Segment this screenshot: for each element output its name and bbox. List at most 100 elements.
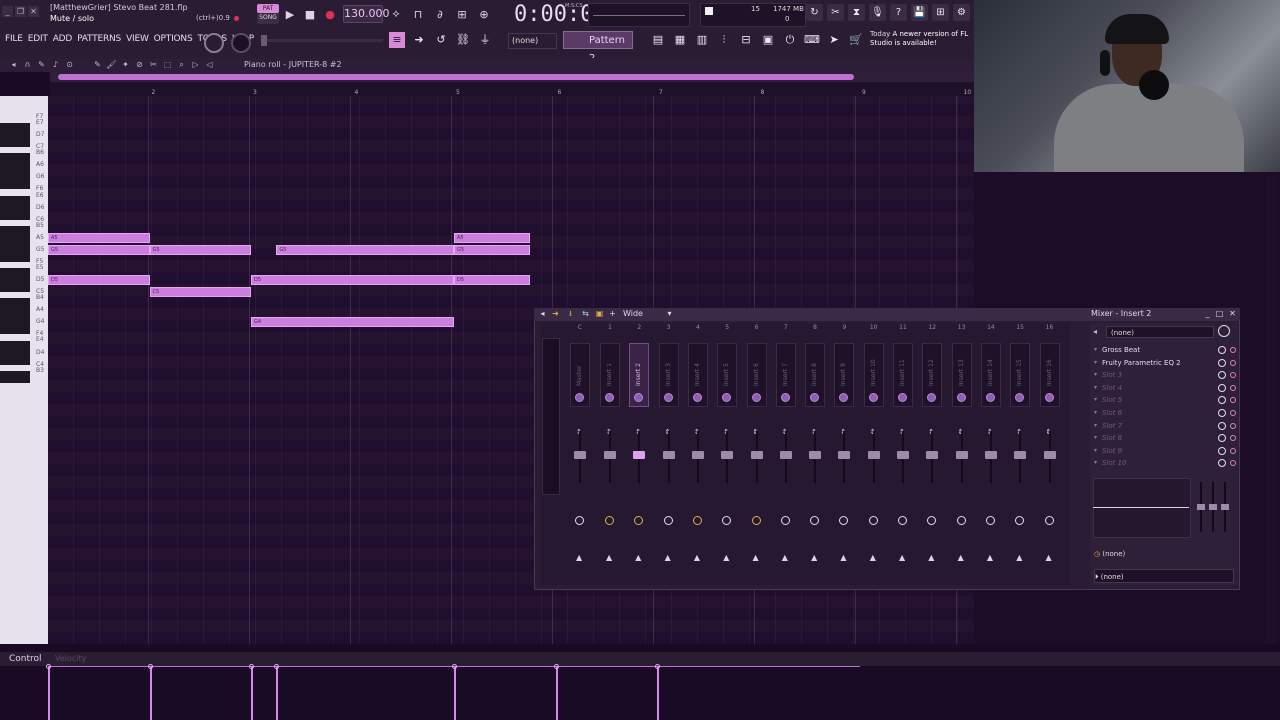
fader-thumb[interactable]: [955, 451, 968, 459]
control-parameter[interactable]: Velocity: [55, 654, 86, 663]
save-icon[interactable]: 💾: [911, 4, 928, 21]
timeline-ruler[interactable]: [50, 82, 974, 97]
pan-knob[interactable]: [575, 393, 584, 402]
send-arrow-icon[interactable]: ▲: [606, 553, 612, 562]
metronome-icon[interactable]: ⟡: [388, 6, 404, 22]
mixer-track[interactable]: 4Insert 4⇕▲: [684, 323, 712, 585]
send-arrow-icon[interactable]: ▲: [576, 553, 582, 562]
effect-slot[interactable]: ▾ Slot 5: [1094, 394, 1236, 406]
black-key[interactable]: [0, 340, 30, 353]
velocity-lane[interactable]: [46, 664, 1280, 720]
velocity-handle[interactable]: [452, 664, 457, 669]
menu-options[interactable]: OPTIONS: [154, 34, 193, 44]
slot-enable-icon[interactable]: [1218, 383, 1226, 392]
mixer-track[interactable]: 3Insert 3⇕▲: [655, 323, 683, 585]
mixer-track[interactable]: 10Insert 10⇕▲: [860, 323, 888, 585]
note[interactable]: G5: [276, 244, 454, 255]
slot-arrow-icon[interactable]: ▾: [1094, 457, 1097, 469]
black-key[interactable]: [0, 225, 30, 238]
minimize-icon[interactable]: _: [2, 6, 13, 17]
slot-mix-knob[interactable]: [1230, 384, 1236, 391]
route-button[interactable]: [810, 516, 820, 525]
zoom-tool-icon[interactable]: ⌕: [176, 59, 187, 70]
menu-file[interactable]: FILE: [5, 34, 23, 44]
effect-slot[interactable]: ▾ Gross Beat: [1094, 344, 1236, 356]
slot-arrow-icon[interactable]: ▾: [1094, 344, 1097, 356]
fader-thumb[interactable]: [1014, 451, 1027, 459]
send-arrow-icon[interactable]: ▲: [753, 553, 759, 562]
effect-slot[interactable]: ▾ Slot 9: [1094, 445, 1236, 457]
note[interactable]: A5: [48, 232, 150, 243]
slot-arrow-icon[interactable]: ▾: [1094, 394, 1097, 406]
restore-icon[interactable]: ❐: [15, 6, 26, 17]
route-button[interactable]: [868, 516, 878, 525]
slot-name[interactable]: Slot 7: [1102, 420, 1122, 432]
velocity-bar[interactable]: [251, 666, 253, 720]
note[interactable]: G5: [48, 244, 150, 255]
route-button[interactable]: [898, 516, 907, 525]
note[interactable]: G4: [251, 317, 454, 328]
effect-slot[interactable]: ▾ Slot 6: [1094, 407, 1236, 419]
black-key[interactable]: [0, 207, 30, 220]
tempo-display[interactable]: 130.000: [343, 5, 390, 23]
mixer-track[interactable]: 14Insert 14⇕▲: [977, 323, 1005, 585]
arrow-right-icon[interactable]: ➜: [411, 32, 427, 48]
velocity-handle[interactable]: [655, 664, 660, 669]
route-button[interactable]: [722, 516, 732, 525]
black-key[interactable]: [0, 310, 30, 323]
fader-thumb[interactable]: [604, 451, 616, 459]
minimize-mixer-icon[interactable]: _: [1203, 309, 1212, 319]
send-arrow-icon[interactable]: ▲: [899, 553, 905, 562]
pat-mode[interactable]: PAT: [257, 4, 279, 13]
slot-arrow-icon[interactable]: ▾: [1094, 369, 1097, 381]
main-pitch-knob[interactable]: [231, 33, 251, 53]
menu-view[interactable]: VIEW: [126, 34, 149, 44]
black-key[interactable]: [0, 298, 30, 311]
mixer-menu-icon[interactable]: ◂: [538, 309, 547, 319]
slot-mix-knob[interactable]: [1230, 410, 1236, 416]
slot-name[interactable]: Slot 9: [1102, 445, 1122, 457]
touch-keyboard-icon[interactable]: ⌨: [804, 32, 820, 48]
slot-name[interactable]: Gross Beat: [1102, 344, 1140, 356]
slot-name[interactable]: Slot 10: [1102, 457, 1127, 469]
send-arrow-icon[interactable]: ▲: [723, 553, 729, 562]
send-arrow-icon[interactable]: ▲: [987, 553, 993, 562]
pan-knob[interactable]: [663, 393, 673, 402]
velocity-bar[interactable]: [149, 666, 152, 720]
mixer-add-icon[interactable]: +: [608, 309, 617, 319]
link-icon[interactable]: ⛓: [455, 32, 471, 48]
mixer-track[interactable]: 11Insert 11⇕▲: [889, 323, 917, 585]
mixer-track[interactable]: 9Insert 9⇕▲: [830, 323, 858, 585]
plugin-icon[interactable]: ⚙: [953, 4, 970, 21]
close-mixer-icon[interactable]: ✕: [1228, 309, 1237, 319]
effect-slot[interactable]: ▾ Slot 7: [1094, 420, 1236, 432]
effect-slot[interactable]: ▾ Slot 8: [1094, 432, 1236, 444]
mixer-view-mode[interactable]: Wide: [623, 309, 643, 318]
slot-name[interactable]: Slot 3: [1102, 369, 1122, 381]
pan-knob[interactable]: [985, 393, 995, 402]
black-key[interactable]: [0, 123, 30, 136]
black-key[interactable]: [0, 153, 30, 166]
pan-knob[interactable]: [956, 393, 966, 402]
pattern-selector[interactable]: Pattern 2: [563, 31, 633, 64]
velocity-handle[interactable]: [46, 664, 51, 669]
scissors-icon[interactable]: ✂: [827, 4, 844, 21]
loop-icon[interactable]: ↺: [433, 32, 449, 48]
step-edit-icon[interactable]: ⊞: [454, 6, 470, 22]
send-arrow-icon[interactable]: ▲: [840, 553, 846, 562]
slot-arrow-icon[interactable]: ▾: [1094, 407, 1097, 419]
slot-enable-icon[interactable]: [1218, 358, 1226, 367]
mixer-track[interactable]: 13Insert 13⇕▲: [948, 323, 976, 585]
slot-arrow-icon[interactable]: ▾: [1094, 420, 1097, 432]
black-key[interactable]: [0, 280, 30, 293]
wait-input-icon[interactable]: ⊓: [410, 6, 426, 22]
mixer-track[interactable]: 2Insert 2⇕▲: [625, 323, 653, 585]
hourglass-icon[interactable]: ⧗: [848, 4, 865, 21]
slice-icon[interactable]: ✂: [148, 59, 159, 70]
pan-knob[interactable]: [605, 393, 614, 402]
mixer-track[interactable]: 16Insert 16⇕▲: [1036, 323, 1064, 585]
master-pitch-slider[interactable]: [261, 35, 383, 46]
tools-icon[interactable]: ✎: [36, 59, 47, 70]
slot-name[interactable]: Slot 4: [1102, 382, 1122, 394]
slot-arrow-icon[interactable]: ▾: [1094, 432, 1097, 444]
